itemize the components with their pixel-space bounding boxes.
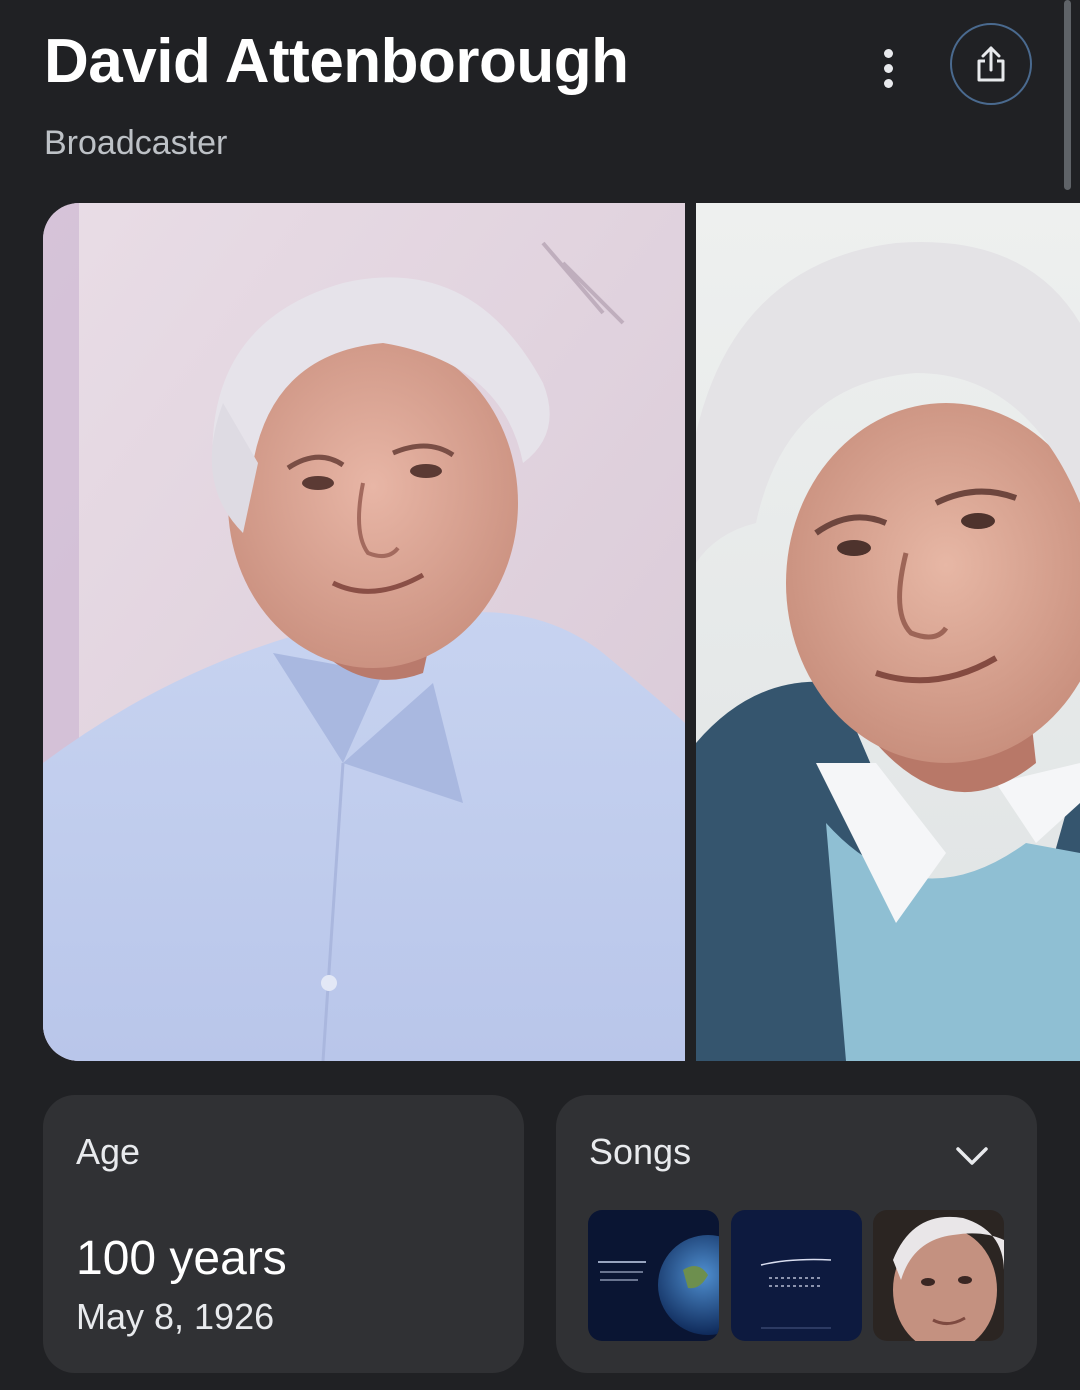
portrait-photo-2[interactable] (696, 203, 1080, 1061)
page-subtitle: Broadcaster (44, 124, 228, 162)
age-card[interactable]: Age 100 years May 8, 1926 (43, 1095, 524, 1373)
share-icon (977, 46, 1005, 82)
age-value: 100 years (76, 1232, 287, 1285)
chevron-down-icon[interactable] (952, 1135, 992, 1175)
scrollbar[interactable] (1064, 0, 1071, 190)
portrait-photo-1[interactable] (43, 203, 685, 1061)
share-button[interactable] (950, 23, 1032, 105)
image-carousel[interactable] (43, 203, 1080, 1061)
songs-card: Songs (556, 1095, 1037, 1373)
song-thumbnail[interactable] (873, 1210, 1004, 1341)
songs-label: Songs (589, 1131, 692, 1172)
more-vert-icon-dot (883, 78, 893, 88)
more-vert-icon (883, 48, 893, 58)
more-options-button[interactable] (862, 40, 914, 96)
age-label: Age (76, 1131, 141, 1172)
more-vert-icon-dot (883, 63, 893, 73)
knowledge-panel: David Attenborough Broadcaster Age 100 y… (0, 0, 1080, 1390)
birth-date: May 8, 1926 (76, 1296, 275, 1337)
page-title: David Attenborough (44, 27, 629, 96)
song-thumbnail[interactable] (731, 1210, 862, 1341)
song-thumbnail[interactable] (588, 1210, 719, 1341)
